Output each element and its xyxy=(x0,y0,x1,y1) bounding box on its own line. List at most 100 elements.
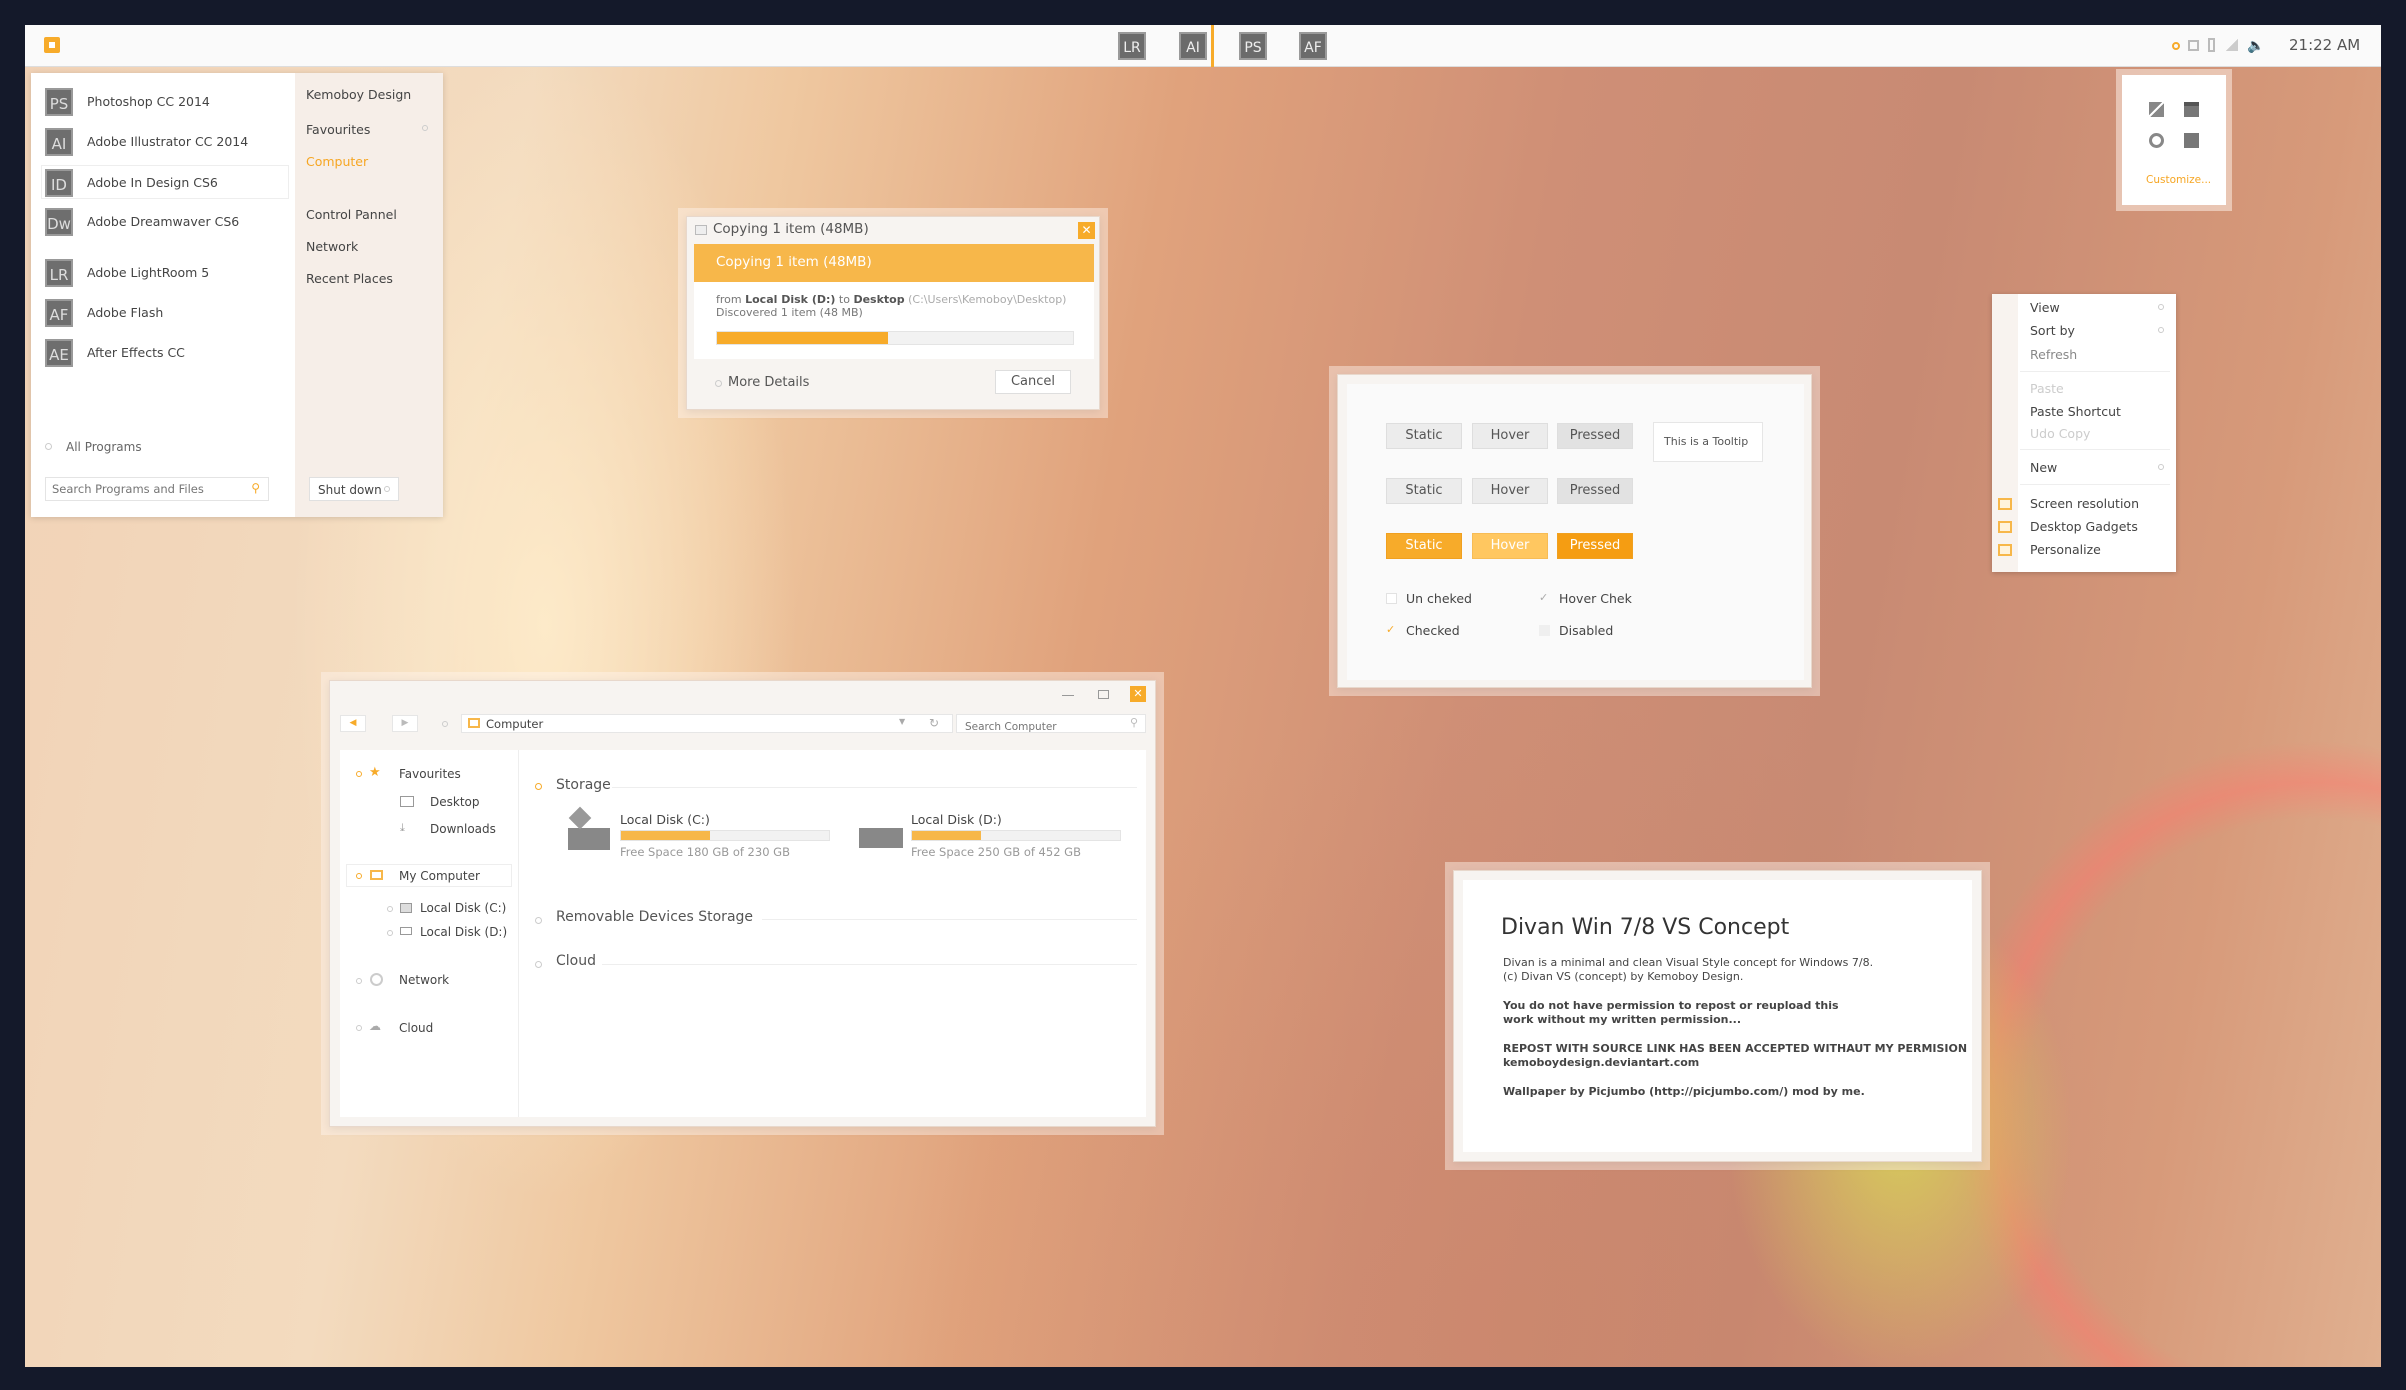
star-icon: ★ xyxy=(369,765,381,780)
address-text: Computer xyxy=(486,717,544,731)
expand-icon[interactable] xyxy=(356,978,362,984)
about-line-6[interactable]: kemoboydesign.deviantart.com xyxy=(1503,1056,1699,1069)
network-icon[interactable] xyxy=(2188,40,2199,51)
customize-link[interactable]: Customize... xyxy=(2146,174,2211,186)
start-control-panel[interactable]: Control Pannel xyxy=(306,207,397,222)
calendar-icon[interactable] xyxy=(2184,102,2199,117)
app-label: Adobe Flash xyxy=(87,305,164,320)
explorer-search-box[interactable]: ⚲ xyxy=(956,714,1146,736)
menu-item-personalize[interactable]: Personalize xyxy=(2030,542,2101,557)
nav-local-disk-d[interactable]: Local Disk (D:) xyxy=(420,925,507,939)
battery-icon[interactable] xyxy=(2208,38,2215,52)
app-item-indesign[interactable]: ID Adobe In Design CS6 xyxy=(41,165,289,199)
nav-favourites[interactable]: Favourites xyxy=(399,767,461,781)
expand-icon[interactable] xyxy=(387,906,393,912)
start-favourites[interactable]: Favourites xyxy=(306,122,370,137)
address-bar[interactable]: Computer ▼ ↻ xyxy=(461,714,953,733)
app-item-after-effects[interactable]: AE After Effects CC xyxy=(45,336,295,370)
start-search-box[interactable]: ⚲ xyxy=(45,477,269,501)
nav-network[interactable]: Network xyxy=(399,973,449,987)
cloud-expand-icon[interactable] xyxy=(535,961,542,968)
accent-button-hover[interactable]: Hover xyxy=(1472,533,1548,559)
menu-item-desktop-gadgets[interactable]: Desktop Gadgets xyxy=(2030,519,2138,534)
all-programs-link[interactable]: All Programs xyxy=(66,440,142,454)
volume-icon[interactable]: 🔈 xyxy=(2247,38,2264,54)
more-details-icon[interactable] xyxy=(715,380,722,387)
taskbar-app-ps[interactable]: PS xyxy=(1239,32,1267,60)
menu-item-paste-shortcut[interactable]: Paste Shortcut xyxy=(2030,404,2121,419)
favourites-expand-icon[interactable] xyxy=(422,125,428,131)
button-pressed[interactable]: Pressed xyxy=(1557,423,1633,449)
minimize-button[interactable] xyxy=(1062,695,1074,696)
checkbox-hover[interactable]: ✓ xyxy=(1539,592,1551,604)
toggle-button-static[interactable]: Static xyxy=(1386,478,1462,504)
toggle-button-pressed[interactable]: Pressed xyxy=(1557,478,1633,504)
expand-icon[interactable] xyxy=(387,930,393,936)
clock[interactable]: 21:22 AM xyxy=(2289,36,2360,54)
clock-gadget-icon[interactable] xyxy=(2149,133,2164,148)
start-recent-places[interactable]: Recent Places xyxy=(306,271,393,286)
about-title: Divan Win 7/8 VS Concept xyxy=(1501,915,1790,940)
app-item-illustrator[interactable]: AI Adobe Illustrator CC 2014 xyxy=(45,125,295,159)
menu-item-sort-by[interactable]: Sort by xyxy=(2030,323,2075,338)
expand-icon[interactable] xyxy=(356,873,362,879)
start-search-input[interactable] xyxy=(46,478,236,500)
nav-cloud[interactable]: Cloud xyxy=(399,1021,433,1035)
explorer-search-input[interactable] xyxy=(957,718,1117,736)
storage-collapse-icon[interactable] xyxy=(535,783,542,790)
drive-d-tile[interactable]: Local Disk (D:) Free Space 250 GB of 452… xyxy=(859,810,1129,860)
drive-c-tile[interactable]: Local Disk (C:) Free Space 180 GB of 230… xyxy=(562,806,832,860)
drive-icon xyxy=(859,828,903,848)
desktop-icon xyxy=(400,796,414,807)
maximize-button[interactable] xyxy=(1098,690,1109,699)
app-item-lightroom[interactable]: LR Adobe LightRoom 5 xyxy=(45,256,295,290)
app-item-flash[interactable]: AF Adobe Flash xyxy=(45,296,295,330)
app-item-photoshop[interactable]: PS Photoshop CC 2014 xyxy=(45,85,295,119)
menu-item-view[interactable]: View xyxy=(2030,300,2060,315)
more-details-link[interactable]: More Details xyxy=(728,375,809,390)
accent-button-static[interactable]: Static xyxy=(1386,533,1462,559)
signal-icon[interactable] xyxy=(2226,39,2238,51)
back-button[interactable]: ◀ xyxy=(340,715,366,732)
menu-item-screen-resolution[interactable]: Screen resolution xyxy=(2030,496,2139,511)
drive-d-free-space: Free Space 250 GB of 452 GB xyxy=(911,845,1081,859)
nav-downloads[interactable]: Downloads xyxy=(430,822,496,836)
shutdown-options-icon[interactable] xyxy=(384,486,390,492)
menu-item-new[interactable]: New xyxy=(2030,460,2057,475)
nav-my-computer[interactable]: My Computer xyxy=(399,869,480,883)
search-icon[interactable]: ⚲ xyxy=(251,481,260,495)
start-button[interactable] xyxy=(44,37,60,53)
cancel-button[interactable]: Cancel xyxy=(995,370,1071,394)
menu-item-refresh[interactable]: Refresh xyxy=(2030,347,2077,362)
copy-header-text: Copying 1 item (48MB) xyxy=(716,254,872,270)
close-button[interactable]: ✕ xyxy=(1130,686,1146,702)
taskbar-app-af[interactable]: AF xyxy=(1299,32,1327,60)
expand-icon[interactable] xyxy=(356,771,362,777)
nav-local-disk-c[interactable]: Local Disk (C:) xyxy=(420,901,506,915)
expand-icon[interactable] xyxy=(356,1025,362,1031)
toggle-button-hover[interactable]: Hover xyxy=(1472,478,1548,504)
checkbox-checked[interactable]: ✓ xyxy=(1386,624,1398,636)
recent-locations-icon[interactable] xyxy=(442,721,448,727)
start-computer[interactable]: Computer xyxy=(306,154,368,169)
nav-desktop[interactable]: Desktop xyxy=(430,795,480,809)
accent-button-pressed[interactable]: Pressed xyxy=(1557,533,1633,559)
start-user-name[interactable]: Kemoboy Design xyxy=(306,87,411,102)
pencil-icon[interactable] xyxy=(2149,102,2164,117)
start-network[interactable]: Network xyxy=(306,239,358,254)
search-icon[interactable]: ⚲ xyxy=(1130,716,1138,729)
address-dropdown-icon[interactable]: ▼ xyxy=(899,717,905,726)
forward-button[interactable]: ▶ xyxy=(392,715,418,732)
button-hover[interactable]: Hover xyxy=(1472,423,1548,449)
checkbox-unchecked[interactable] xyxy=(1386,593,1397,604)
refresh-icon[interactable]: ↻ xyxy=(929,716,939,730)
app-item-dreamweaver[interactable]: Dw Adobe Dreamwaver CS6 xyxy=(45,205,295,239)
shutdown-button[interactable]: Shut down xyxy=(309,477,399,501)
taskbar-app-lr[interactable]: LR xyxy=(1118,32,1146,60)
taskbar-app-ai[interactable]: AI xyxy=(1179,32,1207,60)
slideshow-icon[interactable] xyxy=(2184,133,2199,148)
close-button[interactable]: ✕ xyxy=(1078,222,1095,239)
button-static[interactable]: Static xyxy=(1386,423,1462,449)
notification-dot-icon[interactable] xyxy=(2172,42,2180,50)
removable-expand-icon[interactable] xyxy=(535,917,542,924)
